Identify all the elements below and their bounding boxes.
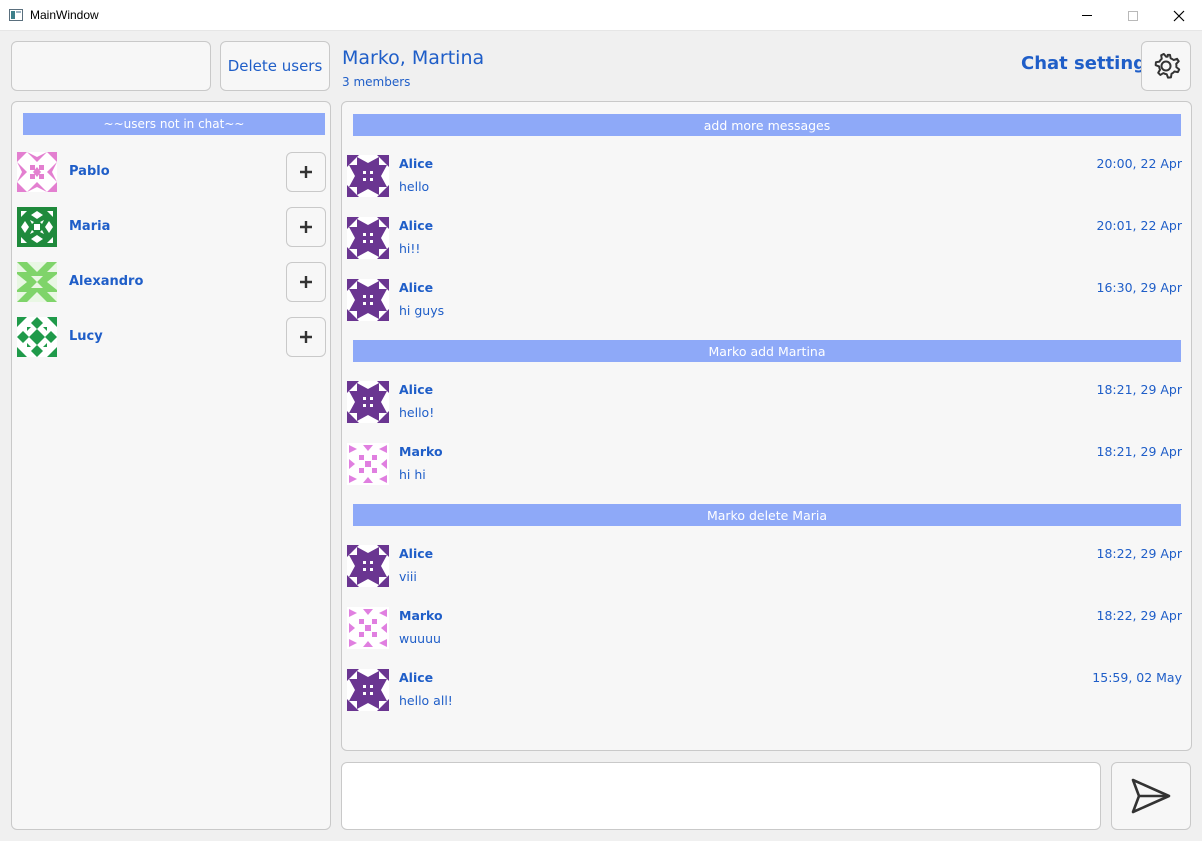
message-input[interactable] (341, 762, 1101, 830)
message-author: Marko (399, 444, 443, 459)
add-user-button[interactable] (286, 152, 326, 192)
message-time: 18:21, 29 Apr (1096, 382, 1182, 397)
message-author: Alice (399, 156, 434, 171)
message: Marko wuuuu 18:22, 29 Apr (347, 607, 1182, 651)
message: Alice hello all! 15:59, 02 May (347, 669, 1182, 713)
message: Alice hello! 18:21, 29 Apr (347, 381, 1182, 425)
message-text: viii (399, 569, 417, 584)
maximize-icon (1128, 10, 1138, 21)
user-name: Maria (69, 219, 111, 234)
message-text: hi guys (399, 303, 445, 318)
add-user-button[interactable] (286, 207, 326, 247)
add-more-messages-button[interactable]: add more messages (353, 114, 1181, 136)
message-author: Marko (399, 608, 443, 623)
user-name: Pablo (69, 164, 110, 179)
message-author: Alice (399, 670, 434, 685)
alice-avatar-icon (347, 669, 389, 711)
app-icon (9, 9, 23, 21)
chat-settings-label[interactable]: Chat settings (1021, 53, 1157, 74)
send-button[interactable] (1111, 762, 1191, 830)
marko-avatar-icon (347, 443, 389, 485)
users-panel-header: ~~users not in chat~~ (23, 113, 325, 135)
message-time: 15:59, 02 May (1092, 670, 1182, 685)
pablo-avatar-icon (17, 152, 57, 192)
plus-icon (300, 166, 312, 178)
user-name: Alexandro (69, 274, 144, 289)
user-row: Lucy (17, 317, 327, 357)
user-row: Maria (17, 207, 327, 247)
message-text: hello (399, 179, 430, 194)
message-text: hi hi (399, 467, 426, 482)
add-user-button[interactable] (286, 262, 326, 302)
plus-icon (300, 276, 312, 288)
plus-icon (300, 331, 312, 343)
message-text: hello! (399, 405, 435, 420)
add-user-button[interactable] (286, 317, 326, 357)
message-text: hello all! (399, 693, 453, 708)
users-not-in-chat-panel: ~~users not in chat~~ Pablo Maria Alexan… (11, 101, 331, 830)
alexandro-avatar-icon (17, 262, 57, 302)
minimize-button[interactable] (1064, 0, 1110, 31)
message: Marko hi hi 18:21, 29 Apr (347, 443, 1182, 487)
alice-avatar-icon (347, 279, 389, 321)
system-event: Marko delete Maria (353, 504, 1181, 526)
message-time: 16:30, 29 Apr (1096, 280, 1182, 295)
message-time: 18:21, 29 Apr (1096, 444, 1182, 459)
messages-panel: add more messages Alice hello 20:00, 22 … (341, 101, 1192, 751)
search-input[interactable] (11, 41, 211, 91)
maximize-button[interactable] (1110, 0, 1156, 31)
gear-icon (1154, 52, 1181, 79)
message-text: wuuuu (399, 631, 441, 646)
user-row: Alexandro (17, 262, 327, 302)
user-row: Pablo (17, 152, 327, 192)
delete-users-button[interactable]: Delete users (220, 41, 330, 91)
message-time: 20:00, 22 Apr (1096, 156, 1182, 171)
close-button[interactable] (1156, 0, 1202, 31)
message-time: 18:22, 29 Apr (1096, 608, 1182, 623)
alice-avatar-icon (347, 545, 389, 587)
message-author: Alice (399, 546, 434, 561)
chat-settings-button[interactable] (1141, 41, 1191, 91)
send-icon (1131, 778, 1171, 814)
user-name: Lucy (69, 329, 103, 344)
close-icon (1173, 10, 1185, 21)
marko-avatar-icon (347, 607, 389, 649)
alice-avatar-icon (347, 155, 389, 197)
message-text: hi!! (399, 241, 421, 256)
alice-avatar-icon (347, 381, 389, 423)
alice-avatar-icon (347, 217, 389, 259)
maria-avatar-icon (17, 207, 57, 247)
message-time: 18:22, 29 Apr (1096, 546, 1182, 561)
message: Alice hi!! 20:01, 22 Apr (347, 217, 1182, 261)
system-event: Marko add Martina (353, 340, 1181, 362)
message-author: Alice (399, 280, 434, 295)
message: Alice viii 18:22, 29 Apr (347, 545, 1182, 589)
message-author: Alice (399, 382, 434, 397)
message: Alice hello 20:00, 22 Apr (347, 155, 1182, 199)
message-author: Alice (399, 218, 434, 233)
lucy-avatar-icon (17, 317, 57, 357)
message: Alice hi guys 16:30, 29 Apr (347, 279, 1182, 323)
chat-title: Marko, Martina (342, 47, 485, 69)
title-bar: MainWindow (0, 0, 1202, 31)
plus-icon (300, 221, 312, 233)
window-title: MainWindow (30, 8, 99, 22)
chat-members-count: 3 members (342, 75, 411, 89)
message-time: 20:01, 22 Apr (1096, 218, 1182, 233)
minimize-icon (1082, 15, 1092, 16)
